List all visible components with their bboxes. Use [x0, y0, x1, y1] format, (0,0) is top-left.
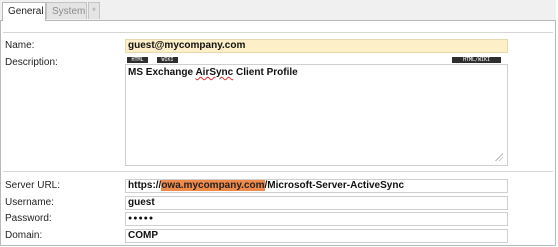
- server-url-label: Server URL:: [5, 180, 61, 191]
- server-url-input[interactable]: https://owa.mycompany.com/Microsoft-Serv…: [125, 179, 508, 193]
- tab-more[interactable]: *: [88, 2, 100, 19]
- password-input[interactable]: ●●●●●: [125, 212, 508, 226]
- domain-input[interactable]: COMP: [125, 229, 508, 243]
- name-label: Name:: [5, 40, 35, 51]
- name-input[interactable]: guest@mycompany.com: [125, 39, 508, 53]
- server-url-prefix: https://: [128, 180, 162, 191]
- resize-grip-icon[interactable]: [495, 153, 503, 161]
- html-mode-button[interactable]: HTML: [127, 57, 148, 63]
- description-textarea[interactable]: MS Exchange AirSync Client Profile: [125, 64, 508, 166]
- username-input[interactable]: guest: [125, 196, 508, 210]
- wiki-mode-button[interactable]: WIKI: [157, 57, 178, 63]
- description-text-end: Client Profile: [233, 67, 298, 78]
- server-url-host-highlight: owa.mycompany.com: [161, 180, 265, 191]
- description-label: Description:: [5, 57, 58, 68]
- tab-general[interactable]: General: [2, 2, 46, 21]
- domain-label: Domain:: [5, 230, 43, 241]
- description-misspelled-word: AirSync: [195, 67, 234, 78]
- separator: [3, 171, 553, 172]
- server-url-suffix: /Microsoft-Server-ActiveSync: [264, 180, 405, 191]
- html-wiki-toggle-button[interactable]: HTML/WIKI: [452, 57, 501, 63]
- separator: [3, 32, 553, 33]
- password-label: Password:: [5, 213, 52, 224]
- tab-bar: General System *: [0, 0, 556, 21]
- username-label: Username:: [5, 197, 54, 208]
- description-text-start: MS Exchange: [128, 67, 196, 78]
- tab-system[interactable]: System: [46, 2, 87, 19]
